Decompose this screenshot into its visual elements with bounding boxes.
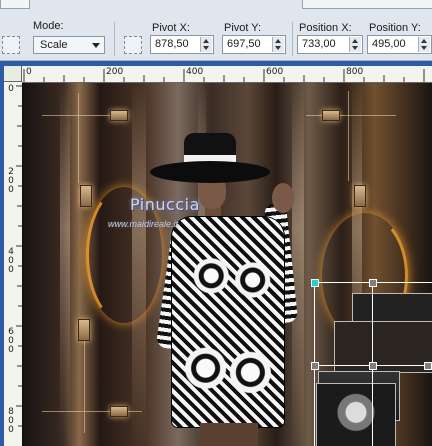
pivot-x-label: Pivot X:: [152, 22, 190, 34]
light-streak: [292, 83, 304, 446]
ruler-corner: [4, 66, 22, 82]
position-y-spinner[interactable]: [418, 37, 430, 52]
transform-icon[interactable]: [124, 36, 142, 54]
position-x-spinner[interactable]: [349, 37, 361, 52]
pivot-y-spinner[interactable]: [272, 37, 284, 52]
mode-label: Mode:: [33, 20, 64, 32]
lamp: [322, 110, 340, 121]
resize-handle[interactable]: [424, 362, 432, 370]
pivot-handle[interactable]: [311, 279, 319, 287]
spin-down-icon: [275, 46, 281, 50]
decor-line: [348, 91, 349, 181]
pivot-y-value: 697,50: [227, 38, 261, 50]
spin-up-icon: [421, 39, 427, 43]
document-tab[interactable]: [302, 0, 432, 9]
spin-down-icon: [421, 46, 427, 50]
tube-layer: [316, 383, 396, 446]
ruler-h-label: 800: [346, 67, 364, 77]
position-x-value: 733,00: [302, 38, 336, 50]
separator: [114, 22, 115, 56]
watermark-url: www.maidireale.it: [108, 219, 179, 229]
lamp: [110, 406, 128, 417]
pivot-y-label: Pivot Y:: [224, 22, 262, 34]
ruler-h-label: 0: [26, 67, 32, 77]
patterned-dress: [172, 217, 284, 427]
tool-options-bar: Mode: Scale Pivot X: 878,50 Pivot Y: 697…: [0, 0, 432, 61]
pivot-y-field[interactable]: 697,50: [222, 35, 286, 54]
horizontal-ruler: 0 200 400 600 800: [22, 66, 432, 83]
pivot-x-spinner[interactable]: [200, 37, 212, 52]
ruler-h-label: 400: [186, 67, 204, 77]
lamp: [110, 110, 128, 121]
ruler-v-label: 0: [8, 84, 14, 94]
position-y-field[interactable]: 495,00: [367, 35, 432, 54]
pivot-x-value: 878,50: [155, 38, 189, 50]
ruler-h-label: 200: [106, 67, 124, 77]
ruler-v-label: 2 0 0: [8, 167, 14, 195]
spin-up-icon: [352, 39, 358, 43]
decor-line: [78, 93, 79, 183]
position-x-label: Position X:: [299, 22, 352, 34]
position-y-value: 495,00: [372, 38, 406, 50]
position-x-field[interactable]: 733,00: [297, 35, 363, 54]
vertical-ruler: 0 2 0 0 4 0 0 6 0 0 8 0 0: [4, 82, 23, 446]
ruler-h-label: 600: [266, 67, 284, 77]
ruler-ticks: [23, 69, 425, 82]
figure-legs: [200, 423, 258, 446]
figure-hand: [272, 183, 294, 213]
spin-down-icon: [203, 46, 209, 50]
position-y-label: Position Y:: [369, 22, 421, 34]
palette-tab[interactable]: [0, 0, 30, 9]
watermark: Pinuccia: [130, 195, 200, 214]
pivot-x-field[interactable]: 878,50: [150, 35, 214, 54]
hat-brim: [150, 161, 270, 183]
ruler-v-label: 6 0 0: [8, 327, 14, 355]
separator: [292, 22, 293, 56]
mode-value: Scale: [40, 39, 68, 51]
spin-up-icon: [203, 39, 209, 43]
resize-handle[interactable]: [311, 362, 319, 370]
ruler-v-label: 8 0 0: [8, 407, 14, 435]
pick-tool-icon[interactable]: [2, 36, 20, 54]
spin-up-icon: [275, 39, 281, 43]
resize-handle[interactable]: [369, 279, 377, 287]
resize-handle[interactable]: [369, 362, 377, 370]
ruler-v-label: 4 0 0: [8, 247, 14, 275]
spin-down-icon: [352, 46, 358, 50]
chevron-down-icon: [92, 43, 100, 48]
light-streak: [60, 83, 70, 446]
mode-dropdown[interactable]: Scale: [33, 36, 105, 54]
lamp: [78, 319, 90, 341]
decor-line: [306, 115, 396, 116]
image-canvas[interactable]: Pinuccia www.maidireale.it: [22, 83, 432, 446]
decor-line: [84, 333, 85, 433]
lamp: [80, 185, 92, 207]
lamp: [354, 185, 366, 207]
